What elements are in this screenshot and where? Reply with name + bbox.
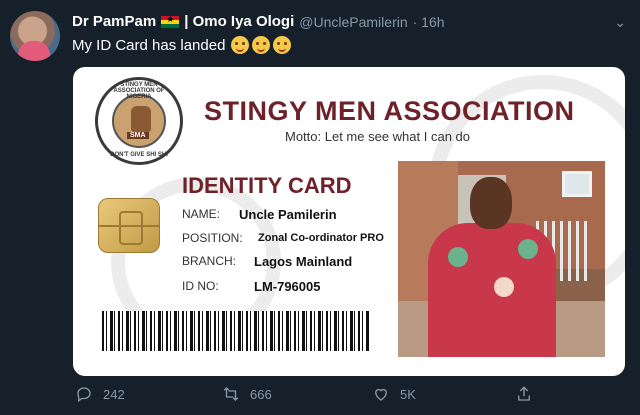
organization-title: STINGY MEN ASSOCIATION [204,96,575,126]
tweet-media-id-card[interactable]: SMA STINGY MEN ASSOCIATION OF NIGERIA DO… [73,67,625,376]
retweet-count: 666 [250,386,272,402]
smiling-hearts-emoji-icon [252,36,271,54]
field-branch: BRANCH: Lagos Mainland [182,254,352,269]
avatar[interactable] [10,11,60,61]
field-value: Lagos Mainland [254,254,353,269]
seal-tag: SMA [127,132,149,139]
display-name-suffix[interactable]: | Omo Iya Ologi [184,13,294,30]
motto: Motto: Let me see what I can do [285,129,470,144]
share-icon [518,386,530,401]
field-label: NAME: [182,207,221,221]
seal-bottom-text: DON'T GIVE SHI SHI [110,152,168,158]
seal-ring-text: STINGY MEN ASSOCIATION OF NIGERIA [113,82,165,100]
field-position: POSITION: Zonal Co-ordinator PRO [182,231,384,245]
retweet-icon [223,387,239,401]
tweet-text: My ID Card has landed [72,36,292,54]
share-button[interactable] [515,385,543,403]
tweet-header: Dr PamPam | Omo Iya Ologi @UnclePamileri… [72,13,630,30]
user-handle[interactable]: @UnclePamilerin [299,14,407,30]
display-name[interactable]: Dr PamPam [72,13,156,30]
reply-button[interactable]: 242 [75,385,125,403]
association-seal-logo: SMA STINGY MEN ASSOCIATION OF NIGERIA DO… [95,77,183,165]
field-value: Uncle Pamilerin [239,207,337,222]
field-label: POSITION: [182,231,243,245]
like-button[interactable]: 5K [372,385,416,403]
field-id-number: ID NO: LM-796005 [182,279,320,294]
identity-card-title: IDENTITY CARD [182,173,352,198]
retweet-button[interactable]: 666 [222,385,272,403]
field-value: LM-796005 [254,279,321,294]
tweet-time[interactable]: · 16h [413,14,445,30]
field-label: BRANCH: [182,254,237,268]
smart-chip-icon [98,198,160,253]
reply-count: 242 [103,386,125,402]
more-options-chevron-icon[interactable]: ⌄ [614,14,626,31]
tweet-text-content: My ID Card has landed [72,36,226,54]
reply-icon [77,387,91,403]
ghana-flag-icon [161,14,180,28]
heart-icon [375,388,387,401]
field-value: Zonal Co-ordinator PRO [258,232,384,244]
barcode [102,311,369,351]
like-count: 5K [400,386,416,402]
smiling-hearts-emoji-icon [231,36,250,54]
field-label: ID NO: [182,279,219,293]
field-name: NAME: Uncle Pamilerin [182,207,337,222]
kissing-face-emoji-icon [273,36,292,54]
raised-fist-icon [131,106,151,132]
tweet-actions: 242 666 5K [0,385,640,415]
member-photo [398,161,605,357]
